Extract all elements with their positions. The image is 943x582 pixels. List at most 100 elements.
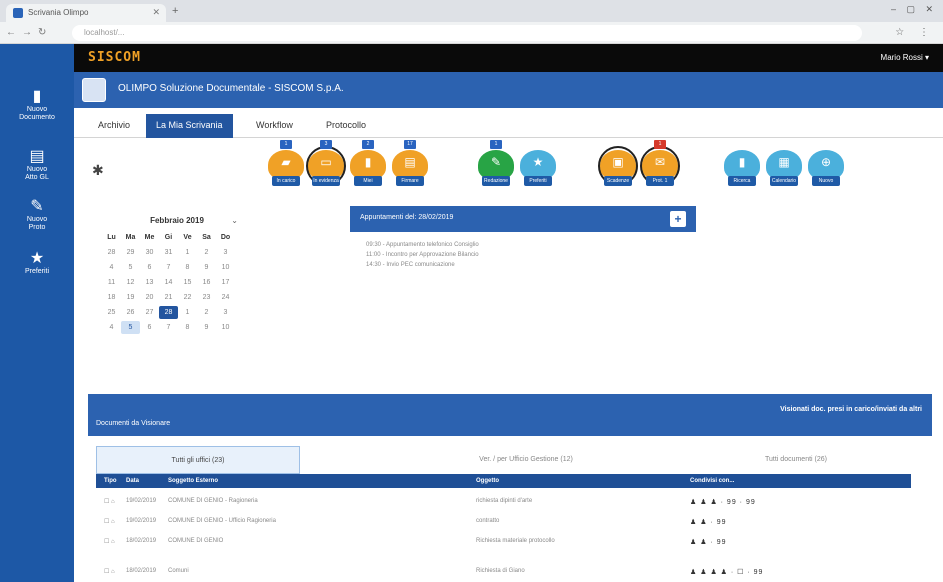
column-header[interactable]: Soggetto Esterno — [168, 478, 218, 484]
calendar-day[interactable]: 28 — [102, 249, 121, 256]
calendar-day[interactable]: 7 — [159, 324, 178, 331]
calendar-day[interactable]: 22 — [178, 294, 197, 301]
appointment-item[interactable]: 09:30 - Appuntamento telefonico Consigli… — [366, 242, 479, 248]
navigation-icons[interactable]: ←→↻ — [6, 27, 52, 38]
calendar-day[interactable]: 19 — [121, 294, 140, 301]
star-icon: ★ — [532, 155, 544, 169]
tab-workflow[interactable]: Workflow — [246, 114, 303, 138]
chevron-down-icon[interactable]: ⌄ — [231, 216, 238, 225]
user-menu[interactable]: Mario Rossi ▾ — [881, 53, 929, 62]
sidebar-item-nuovo-atto[interactable]: ▤ Nuovo Atto GL — [0, 148, 74, 182]
calendar-day[interactable]: 27 — [140, 309, 159, 316]
browser-menu-icons[interactable]: ☆ ⋮ — [895, 27, 935, 38]
sidebar-item-label: Nuovo — [26, 216, 48, 223]
browser-tab[interactable]: Scrivania Olimpo ✕ — [6, 4, 166, 22]
action-ricerca-button[interactable]: ▮ Ricerca — [724, 150, 760, 186]
sidebar-item-preferiti[interactable]: ★ Preferiti — [0, 250, 74, 276]
calendar-day[interactable]: 1 — [178, 309, 197, 316]
calendar-day[interactable]: 8 — [178, 324, 197, 331]
calendar-day[interactable]: 18 — [102, 294, 121, 301]
calendar-day[interactable]: 29 — [121, 249, 140, 256]
mail-icon: ✉ — [654, 155, 666, 169]
tab-protocollo[interactable]: Protocollo — [316, 114, 376, 138]
calendar-day[interactable]: 20 — [140, 294, 159, 301]
calendar-day[interactable]: 24 — [216, 294, 235, 301]
subtab-tutti-documenti[interactable]: Tutti documenti (26) — [696, 446, 896, 474]
calendar-day[interactable]: 13 — [140, 279, 159, 286]
column-header[interactable]: Tipo — [104, 478, 117, 484]
window-controls[interactable]: – ▢ ✕ — [891, 4, 937, 15]
documents-header: Documenti da Visionare Visionati doc. pr… — [88, 394, 932, 436]
calendar-day[interactable]: 15 — [178, 279, 197, 286]
column-header[interactable]: Data — [126, 478, 139, 484]
action-redazione-button[interactable]: 1 ✎ Redazione — [478, 140, 514, 186]
calendar-day[interactable]: 8 — [178, 264, 197, 271]
calendar-day[interactable]: 12 — [121, 279, 140, 286]
calendar-day[interactable]: 30 — [140, 249, 159, 256]
weekday-label: Do — [220, 234, 231, 241]
calendar-weekdays: Lu Ma Me Gi Ve Sa Do — [102, 230, 252, 245]
document-icon: ▮ — [738, 155, 746, 169]
action-miei-button[interactable]: 2 ▮ Miei — [350, 140, 386, 186]
calendar-day[interactable]: 3 — [216, 309, 235, 316]
action-calendario-button[interactable]: ▦ Calendario — [766, 150, 802, 186]
sidebar-item-nuovo-proto[interactable]: ✎ Nuovo Proto — [0, 198, 74, 232]
calendar-day[interactable]: 10 — [216, 264, 235, 271]
action-prot-button[interactable]: 1 ✉ Prot. 1 — [640, 140, 680, 186]
appointment-item[interactable]: 11:00 - Incontro per Approvazione Bilanc… — [366, 252, 479, 258]
calendar-day[interactable]: 2 — [197, 309, 216, 316]
action-caption: Redazione — [482, 176, 510, 186]
calendar-day[interactable]: 6 — [140, 324, 159, 331]
sidebar-item-label: Nuovo — [26, 166, 48, 173]
calendar-day[interactable]: 11 — [102, 279, 121, 286]
add-appointment-button[interactable]: + — [670, 211, 686, 227]
url-field[interactable]: localhost/... — [72, 25, 862, 41]
subtab-per-ufficio[interactable]: Ver. / per Ufficio Gestione (12) — [426, 446, 626, 474]
action-nuovo-button[interactable]: ⊕ Nuovo — [808, 150, 844, 186]
tab-la-mia-scrivania[interactable]: La Mia Scrivania — [146, 114, 233, 138]
calendar-day[interactable]: 23 — [197, 294, 216, 301]
calendar-day[interactable]: 10 — [216, 324, 235, 331]
calendar-day[interactable]: 7 — [159, 264, 178, 271]
calendar-day[interactable]: 2 — [197, 249, 216, 256]
tab-archivio[interactable]: Archivio — [88, 114, 140, 138]
action-scadenze-button[interactable]: ▣ Scadenze — [598, 146, 638, 186]
calendar-day[interactable]: 3 — [216, 249, 235, 256]
action-firmare-button[interactable]: 17 ▤ Firmare — [392, 140, 428, 186]
sidebar-item-nuovo-documento[interactable]: ▮ Nuovo Documento — [0, 88, 74, 122]
row-subject: Comuni — [168, 568, 189, 574]
sidebar-item-label: Preferiti — [24, 268, 50, 275]
subtab-tutti-uffici[interactable]: Tutti gli uffici (23) — [96, 446, 300, 474]
calendar-day[interactable]: 25 — [102, 309, 121, 316]
settings-gear-icon[interactable]: ✱ — [92, 162, 104, 179]
close-tab-icon[interactable]: ✕ — [152, 7, 160, 18]
calendar-month[interactable]: Febbraio 2019 — [150, 216, 204, 225]
new-tab-icon[interactable]: + — [172, 5, 178, 17]
calendar-day[interactable]: 5 — [121, 264, 140, 271]
action-in-carico-button[interactable]: 1 ▰ In carico — [268, 140, 304, 186]
calendar-day[interactable]: 4 — [102, 264, 121, 271]
calendar-day[interactable]: 5 — [121, 321, 140, 334]
column-header[interactable]: Condivisi con... — [690, 478, 734, 484]
calendar-day[interactable]: 21 — [159, 294, 178, 301]
appointment-item[interactable]: 14:30 - Invio PEC comunicazione — [366, 262, 455, 268]
calendar-day[interactable]: 14 — [159, 279, 178, 286]
calendar-day[interactable]: 9 — [197, 264, 216, 271]
action-caption: In evidenza — [312, 176, 340, 186]
calendar-day[interactable]: 28 — [159, 306, 178, 319]
action-in-evidenza-button[interactable]: 3 ▭ In evidenza — [306, 140, 346, 186]
calendar-day[interactable]: 4 — [102, 324, 121, 331]
calendar-day[interactable]: 17 — [216, 279, 235, 286]
action-preferiti-button[interactable]: ★ Preferiti — [520, 150, 556, 186]
calendar-day[interactable]: 1 — [178, 249, 197, 256]
documents-link[interactable]: Visionati doc. presi in carico/inviati d… — [780, 406, 922, 413]
favicon-icon — [13, 8, 23, 18]
calendar-day[interactable]: 6 — [140, 264, 159, 271]
calendar-day[interactable]: 9 — [197, 324, 216, 331]
column-header[interactable]: Oggetto — [476, 478, 499, 484]
row-type-icons: ☐ ⌂ — [104, 569, 115, 575]
count-badge: 2 — [362, 140, 374, 149]
calendar-day[interactable]: 31 — [159, 249, 178, 256]
calendar-day[interactable]: 16 — [197, 279, 216, 286]
calendar-day[interactable]: 26 — [121, 309, 140, 316]
